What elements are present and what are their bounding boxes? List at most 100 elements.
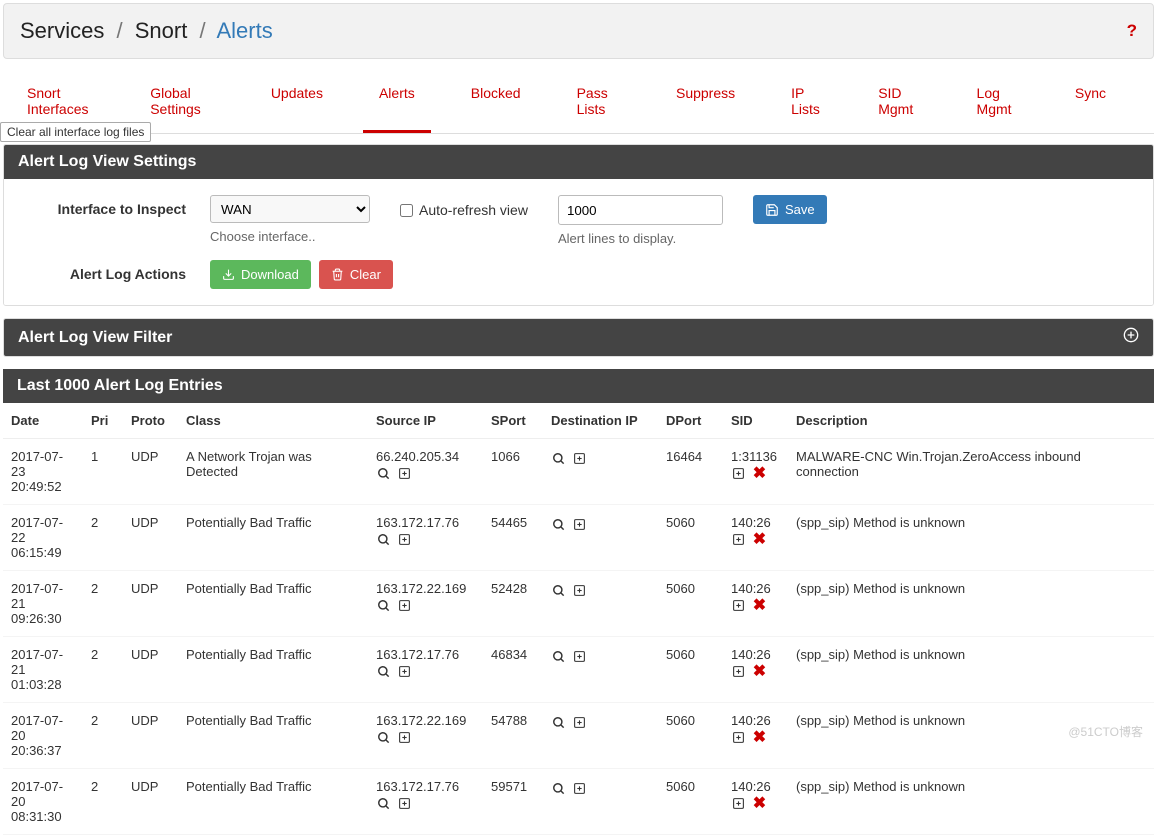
table-row: 2017-07-20 20:36:37 2 UDP Potentially Ba… [3,703,1154,769]
lookup-icon[interactable] [376,532,391,547]
tab-sid-mgmt[interactable]: SID Mgmt [862,73,936,133]
tab-blocked[interactable]: Blocked [455,73,537,133]
lookup-icon[interactable] [376,664,391,679]
add-sid-icon[interactable] [731,466,746,481]
expand-icon[interactable] [1123,327,1139,348]
cell-class: Potentially Bad Traffic [178,637,368,703]
th-dip[interactable]: Destination IP [543,403,658,439]
add-ip-icon[interactable] [572,583,587,598]
lookup-icon[interactable] [551,715,566,730]
cell-proto: UDP [123,769,178,835]
tab-pass-lists[interactable]: Pass Lists [561,73,636,133]
table-title: Last 1000 Alert Log Entries [3,369,1154,403]
cell-class: A Network Trojan was Detected [178,439,368,505]
clear-button-label: Clear [350,267,381,282]
add-sid-icon[interactable] [731,664,746,679]
tab-ip-lists[interactable]: IP Lists [775,73,838,133]
disable-sid-icon[interactable]: ✖ [752,664,767,679]
download-button[interactable]: Download [210,260,311,289]
watermark: @51CTO博客 [1068,723,1143,740]
th-desc[interactable]: Description [788,403,1154,439]
tab-sync[interactable]: Sync [1059,73,1122,133]
cell-date: 2017-07-23 20:49:52 [3,439,83,505]
cell-dip [543,571,658,637]
add-ip-icon[interactable] [397,532,412,547]
disable-sid-icon[interactable]: ✖ [752,532,767,547]
cell-sport: 52428 [483,571,543,637]
add-ip-icon[interactable] [572,517,587,532]
add-ip-icon[interactable] [397,466,412,481]
lookup-icon[interactable] [376,466,391,481]
add-ip-icon[interactable] [572,781,587,796]
save-button-label: Save [785,202,815,217]
cell-dip [543,439,658,505]
cell-pri: 2 [83,505,123,571]
tab-log-mgmt[interactable]: Log Mgmt [961,73,1035,133]
lookup-icon[interactable] [551,649,566,664]
th-date[interactable]: Date [3,403,83,439]
th-sid[interactable]: SID [723,403,788,439]
add-ip-icon[interactable] [397,730,412,745]
table-row: 2017-07-21 09:26:30 2 UDP Potentially Ba… [3,571,1154,637]
clear-button[interactable]: Clear [319,260,393,289]
lookup-icon[interactable] [376,730,391,745]
help-icon[interactable]: ? [1127,21,1137,41]
panel-header-filter: Alert Log View Filter [4,319,1153,356]
add-sid-icon[interactable] [731,730,746,745]
save-button[interactable]: Save [753,195,827,224]
add-sid-icon[interactable] [731,598,746,613]
cell-pri: 2 [83,637,123,703]
tab-alerts[interactable]: Alerts [363,73,431,133]
breadcrumb: Services / Snort / Alerts [20,18,273,44]
table-row: 2017-07-23 20:49:52 1 UDP A Network Troj… [3,439,1154,505]
cell-desc: (spp_sip) Method is unknown [788,571,1154,637]
lookup-icon[interactable] [376,598,391,613]
th-class[interactable]: Class [178,403,368,439]
lookup-icon[interactable] [376,796,391,811]
interface-select[interactable]: WAN [210,195,370,223]
lookup-icon[interactable] [551,517,566,532]
disable-sid-icon[interactable]: ✖ [752,796,767,811]
plus-circle-icon [1123,327,1139,343]
save-icon [765,203,779,217]
cell-dport: 5060 [658,571,723,637]
lookup-icon[interactable] [551,451,566,466]
breadcrumb-snort[interactable]: Snort [135,18,188,43]
cell-desc: (spp_sip) Method is unknown [788,637,1154,703]
tab-updates[interactable]: Updates [255,73,339,133]
cell-dip [543,637,658,703]
add-sid-icon[interactable] [731,532,746,547]
lookup-icon[interactable] [551,583,566,598]
disable-sid-icon[interactable]: ✖ [752,598,767,613]
th-sport[interactable]: SPort [483,403,543,439]
breadcrumb-alerts[interactable]: Alerts [216,18,272,43]
add-ip-icon[interactable] [572,715,587,730]
download-icon [222,268,235,281]
cell-dport: 5060 [658,769,723,835]
cell-sip: 163.172.22.169 [368,703,483,769]
panel-header-settings: Alert Log View Settings [4,145,1153,179]
disable-sid-icon[interactable]: ✖ [752,466,767,481]
disable-sid-icon[interactable]: ✖ [752,730,767,745]
add-sid-icon[interactable] [731,796,746,811]
th-dport[interactable]: DPort [658,403,723,439]
lines-input[interactable] [558,195,723,225]
th-sip[interactable]: Source IP [368,403,483,439]
cell-sport: 1066 [483,439,543,505]
panel-alert-table: Last 1000 Alert Log Entries Date Pri Pro… [3,369,1154,835]
cell-dport: 5060 [658,505,723,571]
th-proto[interactable]: Proto [123,403,178,439]
th-pri[interactable]: Pri [83,403,123,439]
add-ip-icon[interactable] [572,451,587,466]
lookup-icon[interactable] [551,781,566,796]
cell-date: 2017-07-21 01:03:28 [3,637,83,703]
add-ip-icon[interactable] [397,664,412,679]
add-ip-icon[interactable] [397,598,412,613]
alert-log-table: Date Pri Proto Class Source IP SPort Des… [3,403,1154,835]
autorefresh-checkbox[interactable] [400,204,413,217]
tab-suppress[interactable]: Suppress [660,73,751,133]
add-ip-icon[interactable] [572,649,587,664]
add-ip-icon[interactable] [397,796,412,811]
cell-dip [543,703,658,769]
breadcrumb-services[interactable]: Services [20,18,104,43]
